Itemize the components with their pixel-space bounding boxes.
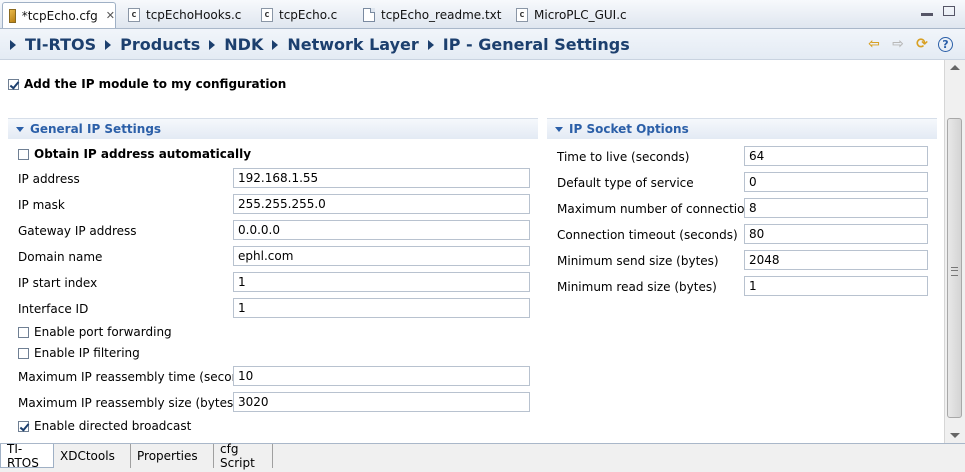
obtain-ip-auto-row[interactable]: Obtain IP address automatically [18,147,251,161]
reassembly-time-field[interactable]: 10 [233,366,530,386]
breadcrumb-item-products[interactable]: Products [120,35,200,54]
tab-label: tcpEcho.c [279,8,338,22]
breadcrumb: TI-RTOS Products NDK Network Layer IP - … [8,35,630,54]
c-file-icon: c [516,8,528,22]
config-page: Add the IP module to my configuration Ge… [0,60,943,443]
ip-start-index-label: IP start index [18,276,98,290]
breadcrumb-arrow-icon [272,39,279,50]
connection-timeout-field[interactable]: 80 [744,224,928,244]
refresh-icon[interactable]: ⟳ [914,36,930,52]
interface-id-field[interactable]: 1 [233,298,530,318]
add-module-checkbox[interactable] [8,78,19,90]
vertical-scrollbar[interactable] [944,60,965,443]
bottom-tab-strip: TI-RTOS XDCtools Properties cfg Script [0,441,965,472]
ttl-field[interactable]: 64 [744,146,928,166]
scroll-down-arrow-icon[interactable] [950,433,960,438]
cfg-file-icon [9,8,16,23]
directed-broadcast-checkbox[interactable] [18,420,29,432]
c-file-icon: c [261,8,273,22]
breadcrumb-arrow-icon [209,39,216,50]
tab-label: cfg Script [220,442,255,470]
add-module-label: Add the IP module to my configuration [24,77,287,91]
ip-mask-label: IP mask [18,198,65,212]
section-title: General IP Settings [30,122,162,136]
general-ip-settings-header[interactable]: General IP Settings [8,118,538,139]
ip-filtering-label: Enable IP filtering [34,346,140,360]
ip-start-index-field[interactable]: 1 [233,272,530,292]
reassembly-size-field[interactable]: 3020 [233,392,530,412]
directed-broadcast-row[interactable]: Enable directed broadcast [18,419,191,433]
ip-filtering-checkbox[interactable] [18,347,29,359]
collapse-triangle-icon [555,126,563,132]
port-forwarding-label: Enable port forwarding [34,325,172,339]
domain-name-label: Domain name [18,250,103,264]
scroll-up-arrow-icon[interactable] [950,65,960,70]
page-title: IP - General Settings [442,35,630,54]
gateway-field[interactable]: 0.0.0.0 [233,220,530,240]
help-icon[interactable]: ? [938,36,953,52]
editor-tab-microplc-gui-c[interactable]: c MicroPLC_GUI.c [510,3,640,27]
c-file-icon: c [128,8,140,22]
editor-tab-tcpecho-c[interactable]: c tcpEcho.c [255,3,355,27]
ip-mask-field[interactable]: 255.255.255.0 [233,194,530,214]
port-forwarding-row[interactable]: Enable port forwarding [18,325,172,339]
scrollbar-grip-icon [951,267,958,276]
min-read-size-field[interactable]: 1 [744,276,928,296]
port-forwarding-checkbox[interactable] [18,326,29,338]
tab-label: Properties [137,449,198,463]
editor-tab-tcpecho-cfg[interactable]: *tcpEcho.cfg ✕ [2,2,116,28]
interface-id-label: Interface ID [18,302,89,316]
add-module-checkbox-row[interactable]: Add the IP module to my configuration [8,77,286,91]
obtain-ip-auto-checkbox[interactable] [18,148,29,160]
forward-arrow-icon[interactable]: ⇨ [890,36,906,52]
domain-name-field[interactable]: ephl.com [233,246,530,266]
ip-filtering-row[interactable]: Enable IP filtering [18,346,140,360]
editor-tab-strip: *tcpEcho.cfg ✕ c tcpEchoHooks.c c tcpEch… [0,0,965,29]
breadcrumb-item-ndk[interactable]: NDK [224,35,263,54]
breadcrumb-arrow-icon [10,39,16,50]
breadcrumb-arrow-icon [105,39,112,50]
tab-label: tcpEchoHooks.c [146,8,242,22]
obtain-ip-auto-label: Obtain IP address automatically [34,147,252,161]
breadcrumb-arrow-icon [427,39,434,50]
type-of-service-label: Default type of service [557,176,694,190]
ttl-label: Time to live (seconds) [557,150,690,164]
min-send-size-field[interactable]: 2048 [744,250,928,270]
tab-label: MicroPLC_GUI.c [534,8,627,22]
tab-properties[interactable]: Properties [131,444,214,468]
connection-timeout-label: Connection timeout (seconds) [557,228,738,242]
reassembly-time-label: Maximum IP reassembly time (seconds) [18,370,258,384]
min-read-size-label: Minimum read size (bytes) [557,280,717,294]
breadcrumb-item-network-layer[interactable]: Network Layer [287,35,418,54]
tab-cfg-script[interactable]: cfg Script [214,442,273,470]
gateway-label: Gateway IP address [18,224,137,238]
breadcrumb-item-ti-rtos[interactable]: TI-RTOS [25,35,96,54]
type-of-service-field[interactable]: 0 [744,172,928,192]
minimize-icon[interactable] [921,13,933,16]
ip-address-label: IP address [18,172,80,186]
maximize-icon[interactable] [943,6,955,16]
max-connections-field[interactable]: 8 [744,198,928,218]
editor-tab-tcpecho-readme[interactable]: tcpEcho_readme.txt [357,3,507,27]
tab-ti-rtos[interactable]: TI-RTOS [0,441,54,470]
editor-tab-tcpechohooks-c[interactable]: c tcpEchoHooks.c [122,3,252,27]
tab-xdctools[interactable]: XDCtools [54,444,131,468]
close-icon[interactable]: ✕ [106,9,115,22]
min-send-size-label: Minimum send size (bytes) [557,254,719,268]
scrollbar-thumb[interactable] [947,118,962,418]
directed-broadcast-label: Enable directed broadcast [34,419,192,433]
reassembly-size-label: Maximum IP reassembly size (bytes) [18,396,238,410]
ip-address-field[interactable]: 192.168.1.55 [233,168,530,188]
section-title: IP Socket Options [569,122,689,136]
breadcrumb-bar: TI-RTOS Products NDK Network Layer IP - … [0,29,965,60]
ip-socket-options-header[interactable]: IP Socket Options [547,118,937,139]
tab-label: tcpEcho_readme.txt [381,8,502,22]
text-file-icon [363,8,375,22]
tab-label: *tcpEcho.cfg [21,8,98,23]
collapse-triangle-icon [16,126,24,132]
max-connections-label: Maximum number of connections [557,202,759,216]
tab-label: TI-RTOS [7,441,39,470]
tab-label: XDCtools [60,449,115,463]
back-arrow-icon[interactable]: ⇦ [866,36,882,52]
